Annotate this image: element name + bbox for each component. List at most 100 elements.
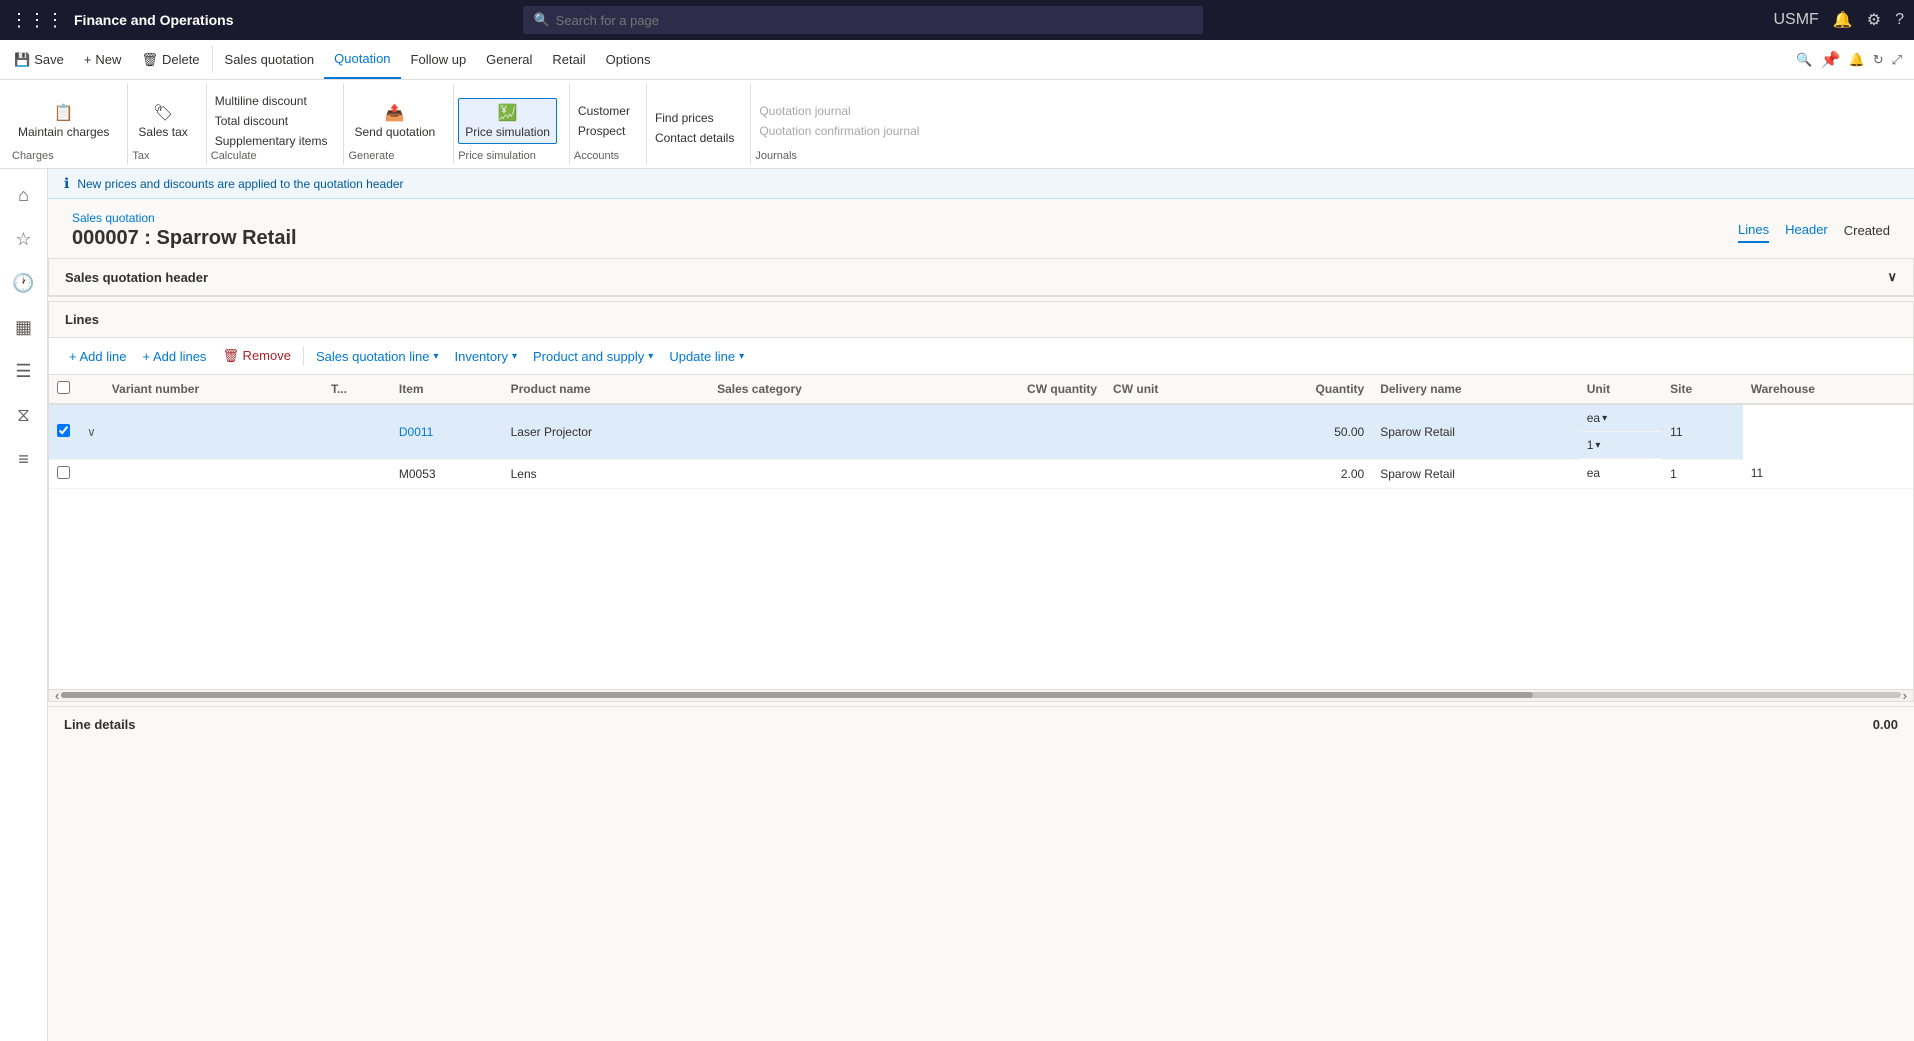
row2-delivery-name: Sparow Retail <box>1372 459 1579 488</box>
row2-checkbox[interactable] <box>49 459 79 488</box>
row1-item[interactable]: D0011 <box>391 404 503 459</box>
info-bar: ℹ New prices and discounts are applied t… <box>48 169 1914 199</box>
row2-cw-quantity <box>923 459 1105 488</box>
sidebar-filter-icon[interactable]: ⧖ <box>6 397 42 433</box>
supplementary-items-button[interactable]: Supplementary items <box>211 132 332 150</box>
breadcrumb[interactable]: Sales quotation <box>72 211 297 225</box>
scroll-thumb[interactable] <box>61 692 1532 698</box>
quotation-header-toggle[interactable]: Sales quotation header ∨ <box>49 259 1913 296</box>
scroll-right-arrow[interactable]: › <box>1901 688 1909 703</box>
settings-icon[interactable]: ⚙ <box>1867 10 1881 30</box>
pin-icon[interactable]: 📌 <box>1821 50 1841 70</box>
generate-group-label: Generate <box>348 150 394 164</box>
info-icon: ℹ <box>64 175 69 192</box>
tab-options[interactable]: Options <box>596 40 661 79</box>
product-supply-button[interactable]: Product and supply ▾ <box>529 347 657 366</box>
dropdown-arrow-3: ▾ <box>648 351 653 362</box>
search-toggle-icon[interactable]: 🔍 <box>1796 52 1812 68</box>
select-all-checkbox[interactable] <box>57 381 70 394</box>
tab-quotation[interactable]: Quotation <box>324 40 400 79</box>
col-cw-quantity: CW quantity <box>923 375 1105 404</box>
toolbar-group-calculate: Multiline discount Total discount Supple… <box>207 84 345 164</box>
col-variant-number: Variant number <box>104 375 323 404</box>
delete-button[interactable]: 🗑 Delete <box>131 40 209 79</box>
quotation-journal-button[interactable]: Quotation journal <box>755 102 923 120</box>
tab-sales-quotation[interactable]: Sales quotation <box>215 40 325 79</box>
contact-details-button[interactable]: Contact details <box>651 129 738 147</box>
tab-general[interactable]: General <box>476 40 542 79</box>
add-line-button[interactable]: + Add line <box>65 347 130 366</box>
toolbar-group-charges: 📋 Maintain charges Charges <box>8 84 128 164</box>
sales-tax-button[interactable]: 🏷 Sales tax <box>132 99 193 143</box>
col-quantity: Quantity <box>1235 375 1372 404</box>
row2-warehouse: 11 <box>1743 459 1913 488</box>
sidebar-menu-icon[interactable]: ≡ <box>6 441 42 477</box>
tab-follow-up[interactable]: Follow up <box>401 40 477 79</box>
new-icon: + <box>84 52 92 67</box>
line-details-bar[interactable]: Line details 0.00 <box>48 706 1914 742</box>
row2-product-name: Lens <box>503 459 709 488</box>
row1-expand[interactable]: ∨ <box>79 404 104 459</box>
search-bar[interactable]: 🔍 <box>523 6 1203 34</box>
site-dropdown[interactable]: ▾ <box>1595 440 1600 451</box>
expand-icon[interactable]: ⤢ <box>1892 52 1902 68</box>
price-simulation-button[interactable]: 💹 Price simulation <box>458 98 557 144</box>
add-lines-button[interactable]: + Add lines <box>138 347 210 366</box>
lines-toolbar: + Add line + Add lines 🗑 Remove Sales qu… <box>49 338 1913 375</box>
unit-dropdown[interactable]: ▾ <box>1602 413 1607 424</box>
scroll-left-arrow[interactable]: ‹ <box>53 688 61 703</box>
page-tabs: Lines Header Created <box>1738 218 1890 243</box>
update-line-button[interactable]: Update line ▾ <box>665 347 748 366</box>
multiline-discount-button[interactable]: Multiline discount <box>211 92 332 110</box>
charges-group-label: Charges <box>12 150 54 164</box>
search-input[interactable] <box>556 13 1194 28</box>
sales-quotation-line-button[interactable]: Sales quotation line ▾ <box>312 347 443 366</box>
tax-group-label: Tax <box>132 150 149 164</box>
row1-checkbox[interactable] <box>49 404 79 459</box>
refresh-icon[interactable]: ↻ <box>1873 52 1884 68</box>
customer-button[interactable]: Customer <box>574 102 634 120</box>
col-expand <box>79 375 104 404</box>
sep2 <box>303 346 304 366</box>
row1-cw-quantity <box>923 404 1105 459</box>
save-button[interactable]: 💾 Save <box>4 40 74 79</box>
send-icon: 📤 <box>385 103 405 123</box>
sidebar-workspace-icon[interactable]: ▦ <box>6 309 42 345</box>
table-row[interactable]: M0053 Lens 2.00 Sparow Retail ea 1 11 <box>49 459 1913 488</box>
row2-sales-category <box>709 459 923 488</box>
quotation-confirmation-journal-button[interactable]: Quotation confirmation journal <box>755 122 923 140</box>
main-layout: ⌂ ☆ 🕐 ▦ ☰ ⧖ ≡ ℹ New prices and discounts… <box>0 169 1914 1041</box>
empty-area <box>49 489 1913 689</box>
horizontal-scrollbar[interactable]: ‹ › <box>49 689 1913 701</box>
help-icon[interactable]: ? <box>1895 11 1904 29</box>
app-menu-icon[interactable]: ⋮⋮⋮ <box>10 10 64 31</box>
tab-retail[interactable]: Retail <box>542 40 595 79</box>
sidebar-list-icon[interactable]: ☰ <box>6 353 42 389</box>
col-product-name: Product name <box>503 375 709 404</box>
send-quotation-button[interactable]: 📤 Send quotation <box>348 99 441 143</box>
accounts-group-label: Accounts <box>574 150 619 164</box>
tab-header[interactable]: Header <box>1785 218 1828 243</box>
scroll-track[interactable] <box>61 692 1900 698</box>
prospect-button[interactable]: Prospect <box>574 122 634 140</box>
maintain-charges-button[interactable]: 📋 Maintain charges <box>12 99 115 143</box>
sidebar-favorite-icon[interactable]: ☆ <box>6 221 42 257</box>
row2-expand[interactable] <box>79 459 104 488</box>
find-prices-button[interactable]: Find prices <box>651 109 738 127</box>
total-discount-button[interactable]: Total discount <box>211 112 332 130</box>
remove-button[interactable]: 🗑 Remove <box>218 346 295 366</box>
dropdown-arrow-4: ▾ <box>739 351 744 362</box>
new-button[interactable]: + New <box>74 40 132 79</box>
sidebar-recent-icon[interactable]: 🕐 <box>6 265 42 301</box>
tab-lines[interactable]: Lines <box>1738 218 1769 243</box>
tab-created[interactable]: Created <box>1844 219 1890 242</box>
table-row[interactable]: ∨ D0011 Laser Projector 50.00 Sparow Ret… <box>49 404 1913 459</box>
sidebar-home-icon[interactable]: ⌂ <box>6 177 42 213</box>
calculate-group-label: Calculate <box>211 150 257 164</box>
col-cw-unit: CW unit <box>1105 375 1235 404</box>
badge-icon[interactable]: 🔔 <box>1849 52 1865 68</box>
notification-icon[interactable]: 🔔 <box>1833 10 1853 30</box>
ribbon-tabs: 💾 Save + New 🗑 Delete Sales quotation Qu… <box>0 40 1914 80</box>
table-header-row: Variant number T... Item Product name Sa… <box>49 375 1913 404</box>
inventory-button[interactable]: Inventory ▾ <box>450 347 521 366</box>
